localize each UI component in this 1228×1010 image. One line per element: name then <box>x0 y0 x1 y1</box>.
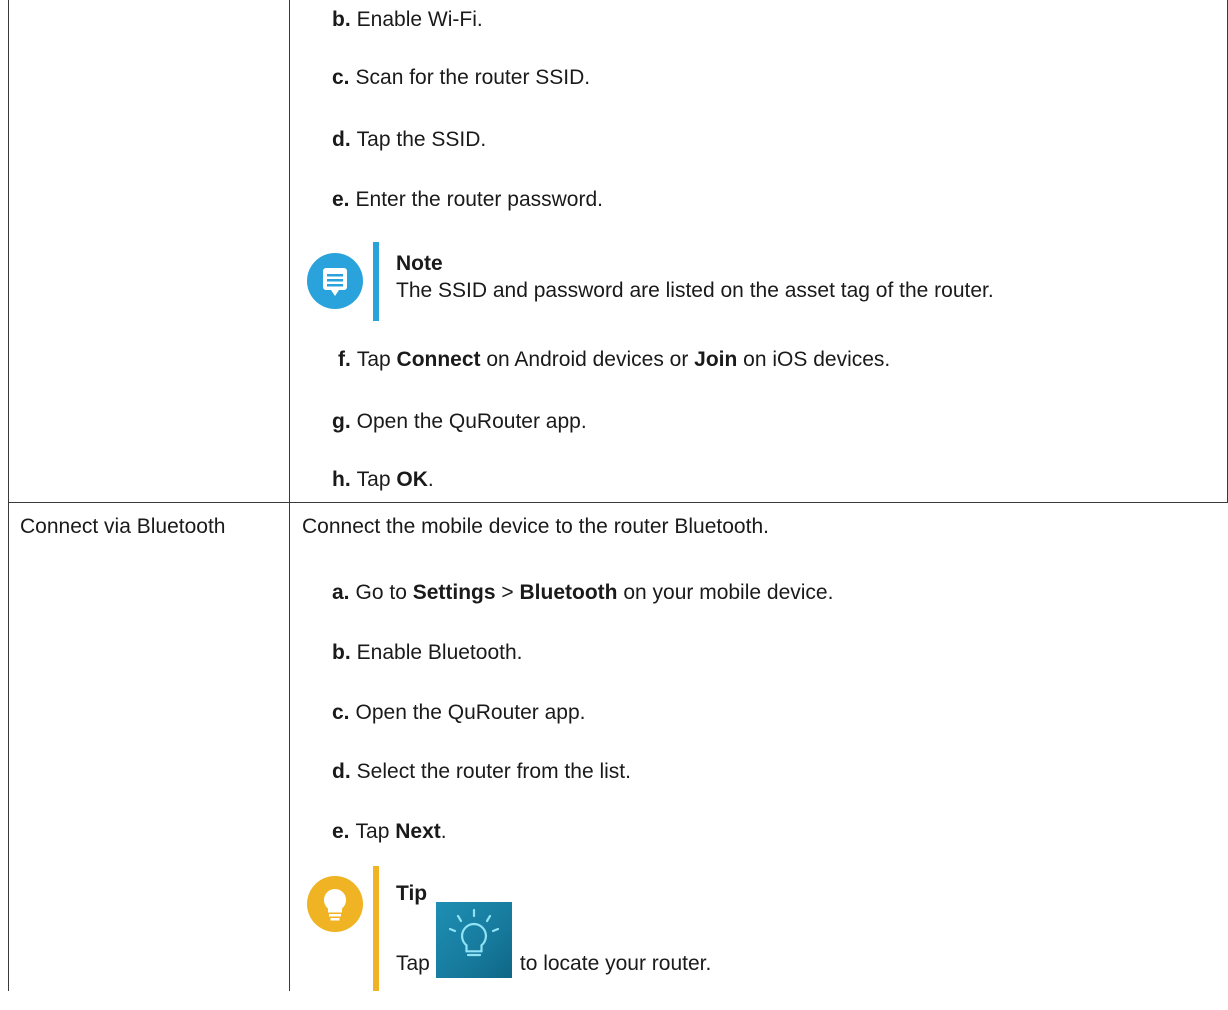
note-icon <box>307 253 363 309</box>
bt-step-d-select: d. Select the router from the list. <box>332 758 631 786</box>
step-letter: d. <box>332 760 351 783</box>
step-text: Open the QuRouter app. <box>356 410 587 433</box>
step-text: Scan for the router SSID. <box>355 66 591 89</box>
step-text-part: Tap <box>356 348 397 371</box>
bt-step-e-next: e. Tap Next. <box>332 818 447 846</box>
step-text: Tap Connect on Android devices or Join o… <box>357 348 890 371</box>
step-f-connect: f. Tap Connect on Android devices or Join… <box>338 346 890 374</box>
ok-label: OK <box>396 468 428 491</box>
step-text: Enable Bluetooth. <box>356 641 523 664</box>
step-text-part: > <box>495 581 520 604</box>
step-letter: b. <box>332 8 351 31</box>
step-letter: e. <box>332 188 350 211</box>
bt-step-a-settings: a. Go to Settings > Bluetooth on your mob… <box>332 579 833 607</box>
step-d-tap-ssid: d. Tap the SSID. <box>332 126 486 154</box>
step-letter: f. <box>338 348 351 371</box>
step-letter: d. <box>332 128 351 151</box>
next-label: Next <box>395 820 441 843</box>
tip-body-before: Tap <box>396 952 430 975</box>
lightbulb-icon <box>307 876 363 932</box>
connect-label: Connect <box>396 348 481 371</box>
step-text: Tap OK. <box>357 468 434 491</box>
step-e-password: e. Enter the router password. <box>332 186 603 214</box>
table-row-divider <box>8 502 1228 503</box>
join-label: Join <box>694 348 738 371</box>
step-text: Enter the router password. <box>355 188 603 211</box>
step-text-part: on your mobile device. <box>617 581 834 604</box>
step-text: Select the router from the list. <box>356 760 631 783</box>
step-letter: b. <box>332 641 351 664</box>
settings-label: Settings <box>412 581 496 604</box>
step-text-part: Go to <box>355 581 413 604</box>
step-letter: h. <box>332 468 351 491</box>
step-text: Go to Settings > Bluetooth on your mobil… <box>356 581 834 604</box>
bt-step-c-open-app: c. Open the QuRouter app. <box>332 699 586 727</box>
step-text-part: on Android devices or <box>480 348 695 371</box>
step-text: Enable Wi-Fi. <box>356 8 483 31</box>
locate-router-icon <box>435 902 512 978</box>
tip-body: Tap to locate your router. <box>396 902 711 978</box>
step-text: Tap Next. <box>356 820 447 843</box>
row-label-bluetooth: Connect via Bluetooth <box>20 515 226 538</box>
tip-body-after: to locate your router. <box>519 952 712 975</box>
bt-step-b-enable: b. Enable Bluetooth. <box>332 639 522 667</box>
step-text-part: on iOS devices. <box>737 348 891 371</box>
step-text: Open the QuRouter app. <box>355 701 586 724</box>
step-b-wifi: b. Enable Wi-Fi. <box>332 6 483 34</box>
tip-accent-bar <box>373 866 379 991</box>
step-text: Tap the SSID. <box>356 128 487 151</box>
bluetooth-intro: Connect the mobile device to the router … <box>302 515 769 538</box>
note-body: The SSID and password are listed on the … <box>396 279 994 302</box>
table-column-divider <box>289 0 290 991</box>
table-left-border <box>8 0 9 991</box>
step-letter: g. <box>332 410 351 433</box>
note-accent-bar <box>373 242 379 321</box>
step-text-part: . <box>427 468 434 491</box>
note-title: Note <box>396 252 443 275</box>
step-h-tap-ok: h. Tap OK. <box>332 466 434 494</box>
step-text-part: . <box>440 820 447 843</box>
bluetooth-label: Bluetooth <box>519 581 618 604</box>
step-text-part: Tap <box>355 820 396 843</box>
step-c-scan: c. Scan for the router SSID. <box>332 64 590 92</box>
step-letter: c. <box>332 66 350 89</box>
step-text-part: Tap <box>356 468 397 491</box>
step-letter: c. <box>332 701 350 724</box>
step-letter: a. <box>332 581 350 604</box>
step-g-open-app: g. Open the QuRouter app. <box>332 408 587 436</box>
step-letter: e. <box>332 820 350 843</box>
